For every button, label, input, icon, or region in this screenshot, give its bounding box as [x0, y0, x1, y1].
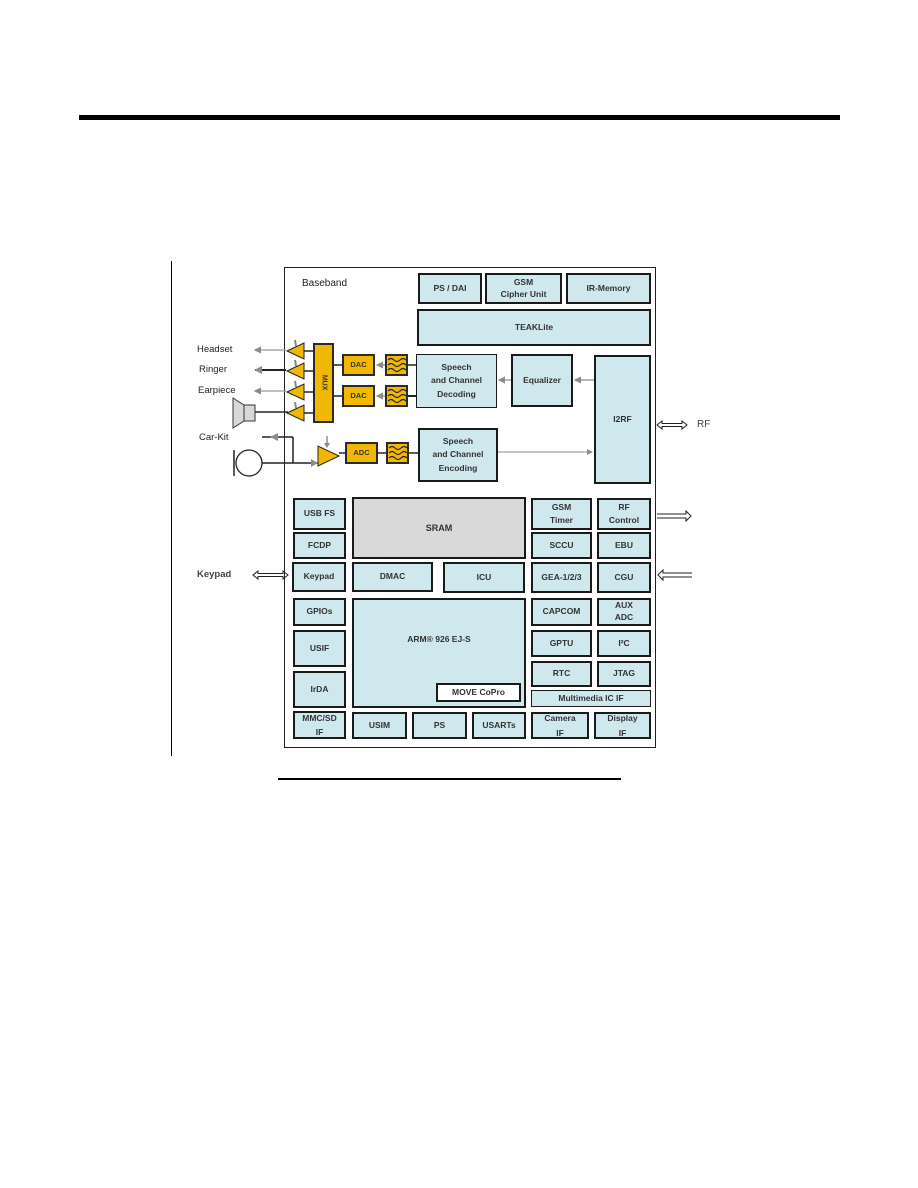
cgu-input-arrow [657, 568, 692, 582]
connections-layer [232, 339, 692, 582]
ringer-output-arrow [254, 366, 286, 374]
filter-waves [387, 357, 408, 461]
amplifier-icon [285, 401, 313, 422]
rf-bidirectional-arrow [656, 419, 688, 431]
microphone-icon [233, 449, 263, 477]
keypad-bidirectional-arrow [252, 569, 289, 581]
amplifier-icon [285, 380, 313, 401]
amplifier-icon [285, 359, 313, 380]
amplifier-icon [317, 436, 341, 467]
amplifier-icon [285, 339, 313, 360]
rf-control-output-arrow [657, 509, 692, 523]
caption-rule [278, 778, 621, 780]
speaker-icon [232, 397, 256, 429]
